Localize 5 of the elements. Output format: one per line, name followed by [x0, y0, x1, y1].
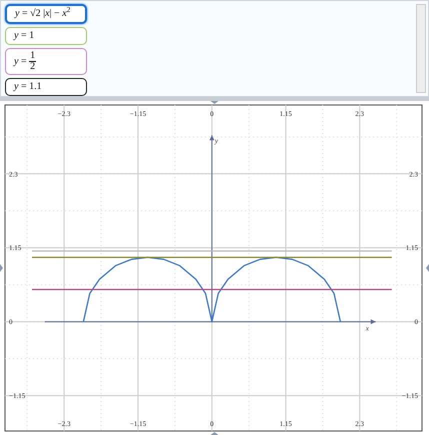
scrollbar[interactable] [416, 4, 426, 93]
equation-entry[interactable]: y = 1 [5, 27, 87, 45]
resize-handle-icon[interactable] [426, 264, 429, 272]
equation-entry[interactable]: y = √2 |x| − x$^{2}$ [5, 4, 87, 24]
equation-entry[interactable]: y = 1.1 [5, 78, 87, 96]
